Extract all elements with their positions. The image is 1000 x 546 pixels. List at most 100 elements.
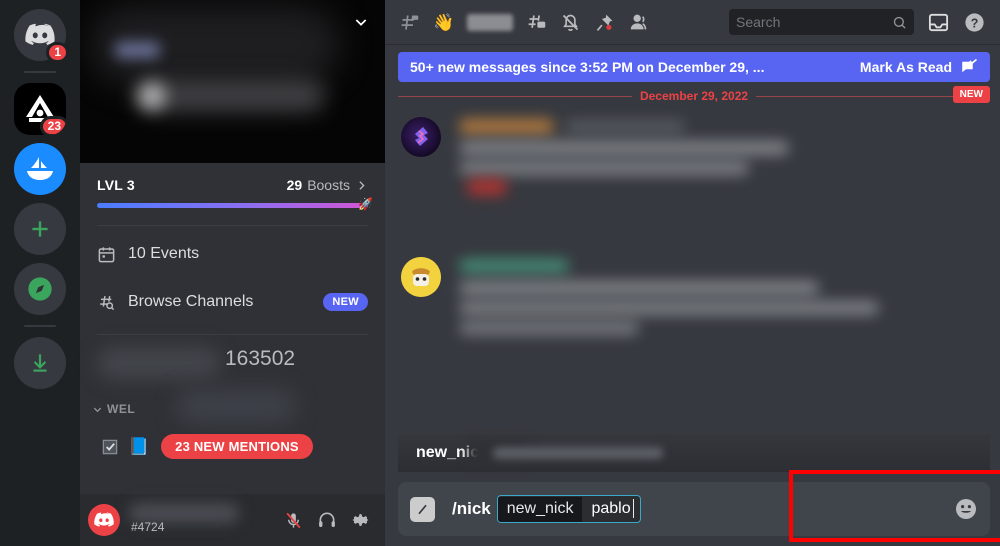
unread-messages-banner[interactable]: 50+ new messages since 3:52 PM on Decemb…	[398, 52, 990, 82]
emoji-smiley-icon[interactable]	[954, 497, 978, 521]
category-welcome-label: WEL	[107, 402, 136, 416]
channel-row-welcome[interactable]: 📘 23 NEW MENTIONS	[80, 428, 385, 459]
server-rail-item-download[interactable]	[10, 337, 70, 389]
channel-toolbar: 👋 Search ?	[385, 0, 1000, 45]
search-icon	[893, 16, 906, 29]
unread-banner-text: 50+ new messages since 3:52 PM on Decemb…	[410, 59, 765, 75]
home-discord-button[interactable]: 1	[14, 9, 69, 63]
rail-divider	[24, 71, 56, 73]
sidebar-item-events[interactable]: 10 Events	[80, 234, 385, 274]
server-rail-item-add[interactable]	[10, 203, 70, 255]
boost-count-row[interactable]: 29 Boosts	[287, 177, 368, 193]
user-panel: #4724	[80, 494, 385, 546]
threads-icon[interactable]	[526, 12, 547, 33]
add-server-button[interactable]	[14, 203, 66, 255]
message-text-blurred-2	[459, 161, 749, 175]
server-triangle-badge: 23	[39, 116, 66, 135]
message-item	[385, 227, 1000, 367]
server-banner[interactable]	[80, 0, 385, 163]
chat-area: 👋 Search ? 50+ new messages since 3:52 P…	[385, 0, 1000, 546]
members-icon[interactable]	[628, 11, 650, 33]
avatar-art-icon	[415, 127, 428, 146]
date-divider: December 29, 2022	[398, 87, 991, 105]
message-author-blurred	[459, 259, 569, 273]
discord-window: 1 23 LVL 3 29 Boosts 🚀 10 Events Browse …	[0, 0, 1000, 546]
sidebar-divider-2	[97, 334, 368, 335]
inbox-icon[interactable]	[927, 11, 950, 34]
message-text-blurred-1	[459, 141, 789, 155]
server-rail-item-explore[interactable]	[10, 263, 70, 315]
slash-command-icon[interactable]	[410, 496, 435, 522]
category-welcome[interactable]: WEL	[80, 388, 385, 428]
chevron-down-icon[interactable]	[353, 14, 369, 30]
message-item	[385, 105, 1000, 227]
member-count: 163502	[225, 347, 296, 370]
category-blur-shape	[176, 388, 296, 424]
wave-emoji-icon: 👋	[433, 12, 455, 32]
boost-label: Boosts	[307, 177, 350, 193]
compass-icon	[28, 277, 52, 301]
sidebar-item-browse-channels[interactable]: Browse Channels NEW	[80, 282, 385, 322]
boost-progress-row[interactable]: LVL 3 29 Boosts	[80, 163, 385, 193]
book-emoji: 📘	[128, 437, 150, 456]
boost-level-label: LVL 3	[97, 177, 135, 193]
member-label-blurred	[98, 347, 220, 379]
pin-icon[interactable]	[594, 12, 615, 33]
user-discriminator: #4724	[131, 520, 165, 534]
sidebar-item-events-label: 10 Events	[128, 245, 200, 262]
server-icon-triangle[interactable]: 23	[14, 83, 66, 135]
command-param-key: new_nick	[497, 496, 583, 522]
message-body-blurred	[455, 117, 984, 227]
search-input[interactable]: Search	[729, 9, 914, 35]
command-param-value-wrap[interactable]: pablo	[582, 496, 639, 522]
message-timestamp-blurred	[565, 121, 685, 132]
slash-glyph-icon	[418, 504, 427, 514]
date-divider-label: December 29, 2022	[639, 89, 749, 103]
banner-blur-shape-2	[115, 42, 160, 58]
message-highlight-blurred	[467, 179, 507, 195]
chevron-down-icon	[93, 407, 102, 412]
search-placeholder: Search	[736, 14, 781, 30]
text-cursor	[632, 499, 634, 518]
avatar[interactable]	[88, 504, 120, 536]
mark-as-read-button[interactable]: Mark As Read	[860, 58, 978, 76]
divider-line-left	[398, 95, 632, 97]
svg-text:?: ?	[971, 16, 979, 30]
chevron-right-icon	[359, 180, 365, 190]
help-circle-icon[interactable]: ?	[963, 11, 986, 34]
browse-channels-new-badge: NEW	[323, 293, 368, 311]
server-rail-item-boat[interactable]	[10, 143, 70, 195]
server-rail-item-triangle[interactable]: 23	[10, 83, 70, 135]
server-rail-item-home[interactable]: 1	[10, 9, 70, 63]
slash-command-suggestion[interactable]: new_nic	[398, 434, 990, 472]
locked-channel-hash-icon[interactable]	[399, 12, 420, 33]
mic-muted-icon[interactable]	[284, 511, 303, 530]
command-name: /nick	[452, 499, 491, 518]
sidebar-item-browse-channels-label: Browse Channels	[128, 293, 254, 310]
channel-sidebar: LVL 3 29 Boosts 🚀 10 Events Browse Chann…	[80, 0, 385, 546]
command-param-chip[interactable]: new_nick pablo	[496, 495, 641, 523]
message-text-blurred-3	[459, 321, 639, 335]
server-rail: 1 23	[0, 0, 80, 546]
new-badge: NEW	[952, 86, 990, 103]
explore-servers-button[interactable]	[14, 263, 66, 315]
notification-bell-off-icon[interactable]	[560, 12, 581, 33]
sailboat-server-icon[interactable]	[14, 143, 66, 195]
message-input-bar[interactable]: /nick new_nick pablo	[398, 482, 990, 536]
username-area[interactable]: #4724	[129, 503, 249, 537]
boost-count: 29	[286, 177, 303, 193]
avatar[interactable]	[401, 117, 441, 157]
message-list	[385, 105, 1000, 546]
headphones-icon[interactable]	[317, 510, 337, 530]
new-mentions-pill[interactable]: 23 NEW MENTIONS	[161, 434, 313, 459]
browse-channels-icon	[100, 295, 115, 310]
user-controls	[284, 510, 377, 530]
avatar[interactable]	[401, 257, 441, 297]
boost-rocket-icon: 🚀	[358, 197, 373, 211]
mark-read-icon	[962, 58, 978, 73]
download-apps-button[interactable]	[14, 337, 66, 389]
gear-icon[interactable]	[351, 510, 371, 530]
calendar-icon	[98, 246, 115, 262]
member-count-row: 163502	[80, 343, 385, 385]
suggestion-description-blurred	[493, 447, 664, 459]
